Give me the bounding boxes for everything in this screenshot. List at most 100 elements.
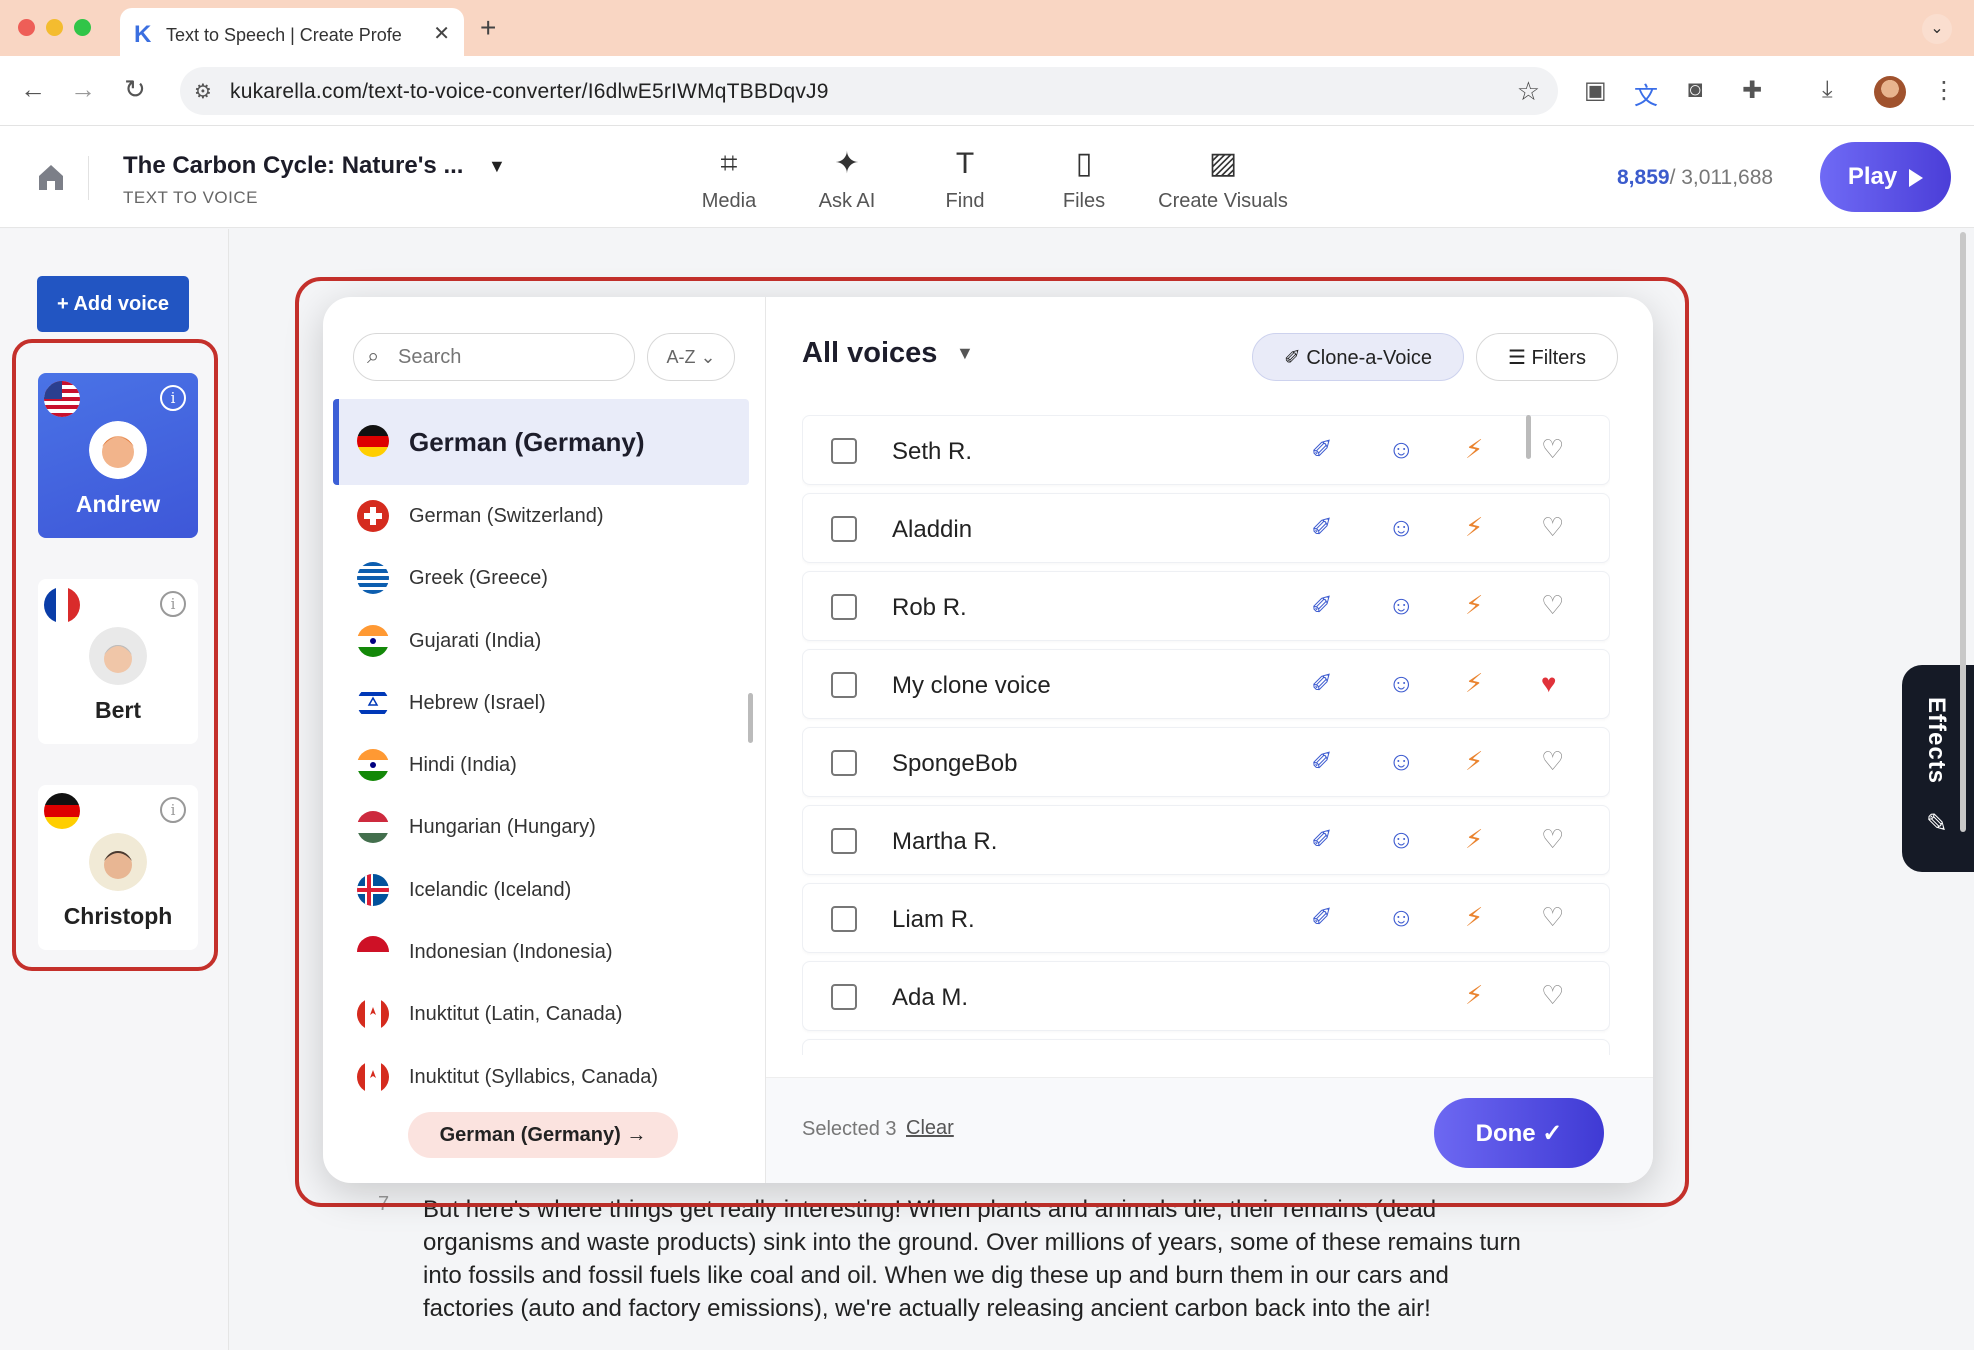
language-item-selected[interactable]: German (Germany) bbox=[333, 399, 749, 485]
voice-row[interactable]: Martha R. ✐ ☺ ⚡ ♡ bbox=[802, 805, 1610, 875]
window-minimize-button[interactable] bbox=[46, 19, 63, 36]
add-voice-button[interactable]: + Add voice bbox=[37, 276, 189, 332]
back-icon[interactable]: ← bbox=[20, 74, 46, 105]
magic-wand-icon[interactable]: ⚡ bbox=[1465, 590, 1483, 621]
voice-row[interactable]: Ada M. ⚡ ♡ bbox=[802, 961, 1610, 1031]
clone-icon[interactable]: ✐ bbox=[1311, 824, 1333, 855]
voice-checkbox[interactable] bbox=[831, 984, 857, 1010]
voice-row[interactable]: SpongeBob ✐ ☺ ⚡ ♡ bbox=[802, 727, 1610, 797]
filters-button[interactable]: ☰ Filters bbox=[1476, 333, 1618, 381]
close-icon[interactable]: ✕ bbox=[433, 21, 450, 46]
language-item[interactable]: Hebrew (Israel) bbox=[333, 672, 749, 734]
magic-wand-icon[interactable]: ⚡ bbox=[1465, 434, 1483, 465]
language-item[interactable]: Hungarian (Hungary) bbox=[333, 796, 749, 858]
files-tool-button[interactable]: ▯ Files bbox=[1024, 144, 1144, 213]
site-settings-icon[interactable]: ⚙ bbox=[194, 79, 212, 104]
language-item[interactable]: Inuktitut (Syllabics, Canada) bbox=[333, 1046, 749, 1108]
speaker-card-christoph[interactable]: i Christoph bbox=[38, 785, 198, 950]
document-title[interactable]: The Carbon Cycle: Nature's ... bbox=[123, 152, 463, 180]
voices-title[interactable]: All voices bbox=[802, 337, 937, 370]
window-zoom-button[interactable] bbox=[74, 19, 91, 36]
mask-icon[interactable]: ☺ bbox=[1388, 902, 1415, 933]
magic-wand-icon[interactable]: ⚡ bbox=[1465, 746, 1483, 777]
language-item[interactable]: Inuktitut (Latin, Canada) bbox=[333, 983, 749, 1045]
magic-wand-icon[interactable]: ⚡ bbox=[1465, 902, 1483, 933]
clone-icon[interactable]: ✐ bbox=[1311, 668, 1333, 699]
mask-icon[interactable]: ☺ bbox=[1388, 434, 1415, 465]
voice-checkbox[interactable] bbox=[831, 594, 857, 620]
heart-filled-icon[interactable]: ♥ bbox=[1541, 668, 1556, 699]
language-scrollbar[interactable] bbox=[748, 693, 753, 743]
search-input[interactable] bbox=[353, 333, 635, 381]
magic-wand-icon[interactable]: ⚡ bbox=[1465, 980, 1483, 1011]
voice-checkbox[interactable] bbox=[831, 672, 857, 698]
mask-icon[interactable]: ☺ bbox=[1388, 512, 1415, 543]
clone-icon[interactable]: ✐ bbox=[1311, 902, 1333, 933]
voice-row[interactable]: My clone voice ✐ ☺ ⚡ ♥ bbox=[802, 649, 1610, 719]
kebab-menu-icon[interactable]: ⋮ bbox=[1932, 76, 1956, 105]
voice-checkbox[interactable] bbox=[831, 516, 857, 542]
heart-icon[interactable]: ♡ bbox=[1541, 824, 1564, 855]
speaker-card-bert[interactable]: i Bert bbox=[38, 579, 198, 744]
voice-checkbox[interactable] bbox=[831, 828, 857, 854]
create-visuals-tool-button[interactable]: ▨ Create Visuals bbox=[1148, 144, 1298, 213]
play-button[interactable]: Play bbox=[1820, 142, 1951, 212]
clone-icon[interactable]: ✐ bbox=[1311, 512, 1333, 543]
language-item[interactable]: Greek (Greece) bbox=[333, 547, 749, 609]
address-bar[interactable]: ⚙ kukarella.com/text-to-voice-converter/… bbox=[180, 67, 1558, 115]
sort-dropdown[interactable]: A-Z ⌄ bbox=[647, 333, 735, 381]
mask-icon[interactable]: ☺ bbox=[1388, 668, 1415, 699]
clone-icon[interactable]: ✐ bbox=[1311, 434, 1333, 465]
mask-icon[interactable]: ☺ bbox=[1388, 824, 1415, 855]
profile-avatar[interactable] bbox=[1874, 76, 1906, 108]
camera-icon[interactable]: ◙ bbox=[1688, 76, 1703, 104]
heart-icon[interactable]: ♡ bbox=[1541, 980, 1564, 1011]
clone-a-voice-button[interactable]: ✐ Clone-a-Voice bbox=[1252, 333, 1464, 381]
home-icon[interactable] bbox=[36, 162, 66, 192]
info-icon[interactable]: i bbox=[160, 591, 186, 617]
media-tool-button[interactable]: ⌗ Media bbox=[669, 144, 789, 213]
info-icon[interactable]: i bbox=[160, 385, 186, 411]
magic-wand-icon[interactable]: ⚡ bbox=[1465, 512, 1483, 543]
mask-icon[interactable]: ☺ bbox=[1388, 746, 1415, 777]
caret-down-icon[interactable]: ▼ bbox=[488, 156, 506, 177]
extension-badge-icon[interactable]: ▣ bbox=[1584, 76, 1607, 105]
speaker-card-andrew[interactable]: i Andrew bbox=[38, 373, 198, 538]
language-item[interactable]: German (Switzerland) bbox=[333, 485, 749, 547]
voice-list-scrollbar[interactable] bbox=[1526, 415, 1531, 459]
reload-icon[interactable]: ↻ bbox=[124, 74, 146, 105]
voice-row[interactable]: Seth R. ✐ ☺ ⚡ ♡ bbox=[802, 415, 1610, 485]
voice-row[interactable]: Rob R. ✐ ☺ ⚡ ♡ bbox=[802, 571, 1610, 641]
voice-row[interactable] bbox=[802, 1039, 1610, 1055]
voice-row[interactable]: Aladdin ✐ ☺ ⚡ ♡ bbox=[802, 493, 1610, 563]
ask-ai-tool-button[interactable]: ✦ Ask AI bbox=[787, 144, 907, 213]
translate-icon[interactable]: 文 bbox=[1634, 76, 1658, 111]
forward-icon[interactable]: → bbox=[70, 74, 96, 105]
heart-icon[interactable]: ♡ bbox=[1541, 434, 1564, 465]
heart-icon[interactable]: ♡ bbox=[1541, 746, 1564, 777]
voice-row[interactable]: Liam R. ✐ ☺ ⚡ ♡ bbox=[802, 883, 1610, 953]
url-text[interactable]: kukarella.com/text-to-voice-converter/I6… bbox=[230, 80, 829, 104]
new-tab-icon[interactable]: + bbox=[480, 12, 496, 44]
heart-icon[interactable]: ♡ bbox=[1541, 512, 1564, 543]
magic-wand-icon[interactable]: ⚡ bbox=[1465, 824, 1483, 855]
voice-checkbox[interactable] bbox=[831, 750, 857, 776]
download-icon[interactable]: ⤓ bbox=[1822, 76, 1833, 104]
voice-checkbox[interactable] bbox=[831, 906, 857, 932]
page-scrollbar[interactable] bbox=[1960, 232, 1966, 832]
info-icon[interactable]: i bbox=[160, 797, 186, 823]
done-button[interactable]: Done ✓ bbox=[1434, 1098, 1604, 1168]
browser-tab[interactable]: K Text to Speech | Create Profe ✕ bbox=[120, 8, 464, 56]
heart-icon[interactable]: ♡ bbox=[1541, 590, 1564, 621]
chevron-down-icon[interactable]: ⌄ bbox=[1922, 14, 1952, 44]
jump-to-language-pill[interactable]: German (Germany) → bbox=[408, 1112, 678, 1158]
language-item[interactable]: Indonesian (Indonesia) bbox=[333, 921, 749, 983]
find-tool-button[interactable]: T Find bbox=[905, 144, 1025, 213]
puzzle-icon[interactable]: ✚ bbox=[1742, 76, 1762, 105]
voice-checkbox[interactable] bbox=[831, 438, 857, 464]
bookmark-star-icon[interactable]: ☆ bbox=[1517, 76, 1540, 107]
editor-paragraph[interactable]: But here's where things get really inter… bbox=[423, 1193, 1523, 1325]
clear-link[interactable]: Clear bbox=[906, 1117, 954, 1140]
clone-icon[interactable]: ✐ bbox=[1311, 590, 1333, 621]
window-close-button[interactable] bbox=[18, 19, 35, 36]
